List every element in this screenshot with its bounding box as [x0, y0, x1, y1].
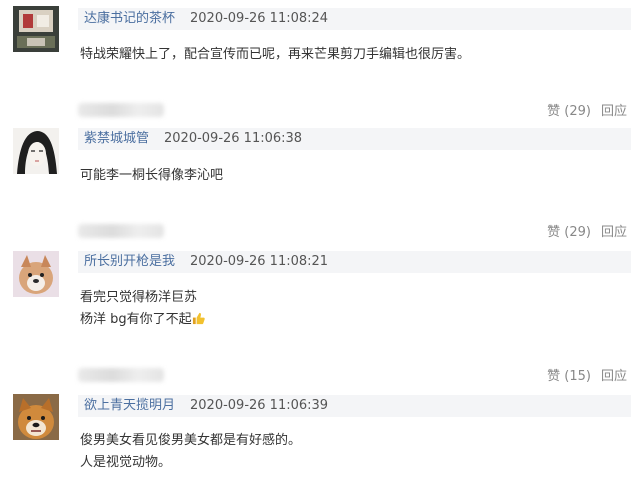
thumbs-up-icon [192, 312, 205, 325]
comment-meta-bar: 紫禁城城管 2020-09-26 11:06:38 [78, 128, 631, 150]
comment-text: 特战荣耀快上了，配合宣传而已呢，再来芒果剪刀手编辑也很厉害。 [80, 47, 471, 62]
reply-username-blurred [78, 224, 164, 238]
comment-text: 看完只觉得杨洋巨苏 [80, 290, 198, 305]
comment-meta-bar: 所长别开枪是我 2020-09-26 11:08:21 [78, 251, 631, 273]
username-link[interactable]: 达康书记的茶杯 [84, 10, 175, 28]
like-button[interactable]: 赞 (15) [547, 369, 591, 384]
timestamp: 2020-09-26 11:08:24 [190, 11, 329, 26]
avatar[interactable] [13, 394, 59, 440]
reply-username-blurred [78, 368, 164, 382]
comment-text-line: 杨洋 bg有你了不起 [80, 312, 192, 327]
like-button[interactable]: 赞 (29) [547, 104, 591, 119]
reply-button[interactable]: 回应 [601, 369, 627, 384]
reply-button[interactable]: 回应 [601, 225, 627, 240]
username-link[interactable]: 欲上青天揽明月 [84, 397, 175, 415]
avatar[interactable] [13, 128, 59, 174]
comment-actions: 赞 (29) 回应 [547, 224, 627, 242]
reply-button[interactable]: 回应 [601, 104, 627, 119]
comment-text: 俊男美女看见俊男美女都是有好感的。 [80, 433, 302, 448]
comment-item: 达康书记的茶杯 2020-09-26 11:08:24 特战荣耀快上了，配合宣传… [0, 0, 641, 120]
comment-meta-bar: 达康书记的茶杯 2020-09-26 11:08:24 [78, 8, 631, 30]
comment-text: 可能李一桐长得像李沁吧 [80, 168, 224, 183]
timestamp: 2020-09-26 11:08:21 [190, 254, 329, 269]
comment-meta-bar: 欲上青天揽明月 2020-09-26 11:06:39 [78, 395, 631, 417]
reply-username-blurred [78, 103, 164, 117]
avatar[interactable] [13, 251, 59, 297]
username-link[interactable]: 紫禁城城管 [84, 130, 149, 148]
username-link[interactable]: 所长别开枪是我 [84, 253, 175, 271]
timestamp: 2020-09-26 11:06:39 [190, 398, 329, 413]
like-button[interactable]: 赞 (29) [547, 225, 591, 240]
comment-text: 杨洋 bg有你了不起 [80, 309, 205, 331]
avatar[interactable] [13, 6, 59, 52]
comment-text: 人是视觉动物。 [80, 455, 172, 470]
comment-actions: 赞 (15) 回应 [547, 368, 627, 386]
comment-actions: 赞 (29) 回应 [547, 103, 627, 121]
timestamp: 2020-09-26 11:06:38 [164, 131, 303, 146]
